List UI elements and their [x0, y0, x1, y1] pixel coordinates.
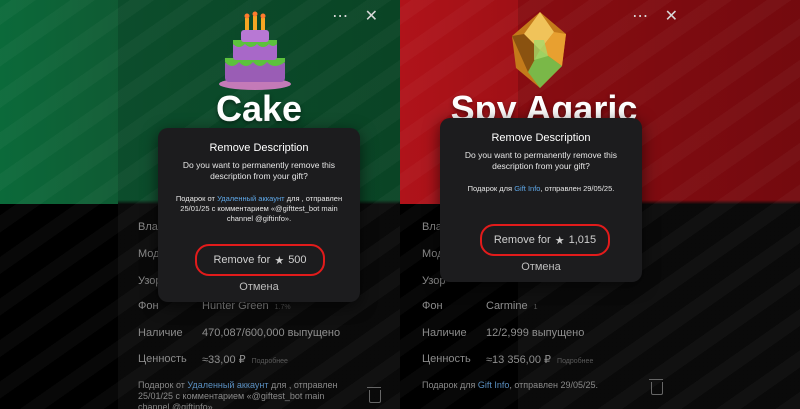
row-value: ≈13 356,00 ₽ Подробнее [486, 354, 594, 366]
remove-paid-button[interactable]: Remove for ★ 1,015 [480, 224, 610, 256]
dialog-title: Remove Description [209, 142, 309, 154]
dialog-quote: Подарок для Gift Info, отправлен 29/05/2… [467, 184, 615, 193]
row-value: ≈33,00 ₽ Подробнее [202, 354, 288, 366]
right-gift-panel: ⋯ ✕ Spy Agaric Влад Моде Узор Фон Carmine… [400, 0, 800, 409]
sender-link[interactable]: Удаленный аккаунт [217, 194, 285, 203]
remove-description-dialog: Remove Description Do you want to perman… [158, 128, 360, 302]
row-label: Наличие [422, 327, 467, 339]
row-value: Carmine 1 [486, 300, 538, 312]
dialog-body: Do you want to permanently remove this d… [182, 160, 336, 181]
gift-title: Cake [215, 88, 303, 129]
remove-label: Remove for [213, 254, 271, 266]
row-value: 12/2,999 выпущено [486, 327, 585, 339]
dialog-body: Do you want to permanently remove this d… [464, 150, 618, 171]
remove-label: Remove for [493, 234, 551, 246]
cake-icon [219, 11, 291, 90]
more-icon[interactable]: ⋯ [332, 6, 354, 26]
dialog-quote: Подарок от Удаленный аккаунт для , отпра… [175, 194, 343, 223]
remove-description-dialog: Remove Description Do you want to perman… [440, 118, 642, 282]
row-label: Ценность [138, 353, 187, 365]
row-label: Наличие [138, 327, 183, 339]
row-value: 470,087/600,000 выпущено [202, 327, 341, 339]
remove-paid-button[interactable]: Remove for ★ 500 [195, 244, 325, 276]
price: 1,015 [568, 234, 597, 246]
left-gift-panel: ⋯ ✕ Cake Влад Моде Узор Фон Hunter Green 1… [0, 0, 400, 409]
crystal-icon [512, 12, 566, 88]
dialog-title: Remove Description [491, 132, 591, 144]
price: 500 [288, 254, 307, 266]
trash-icon[interactable] [367, 387, 381, 403]
recipient-link[interactable]: Gift Info [478, 380, 510, 390]
star-icon: ★ [274, 254, 285, 267]
close-icon[interactable]: ✕ [665, 6, 684, 26]
star-icon: ★ [554, 234, 565, 247]
gift-description: Подарок от Удаленный аккаунт для , отпра… [138, 380, 338, 409]
sender-link[interactable]: Удаленный аккаунт [187, 380, 268, 390]
more-icon[interactable]: ⋯ [632, 6, 654, 26]
trash-icon[interactable] [649, 379, 663, 395]
recipient-link[interactable]: Gift Info [514, 184, 540, 193]
close-icon[interactable]: ✕ [365, 6, 384, 26]
row-label: Фон [422, 300, 443, 312]
cancel-button[interactable]: Отмена [440, 261, 642, 273]
cancel-button[interactable]: Отмена [158, 281, 360, 293]
gift-description: Подарок для Gift Info, отправлен 29/05/2… [422, 380, 599, 390]
row-label: Ценность [422, 353, 471, 365]
